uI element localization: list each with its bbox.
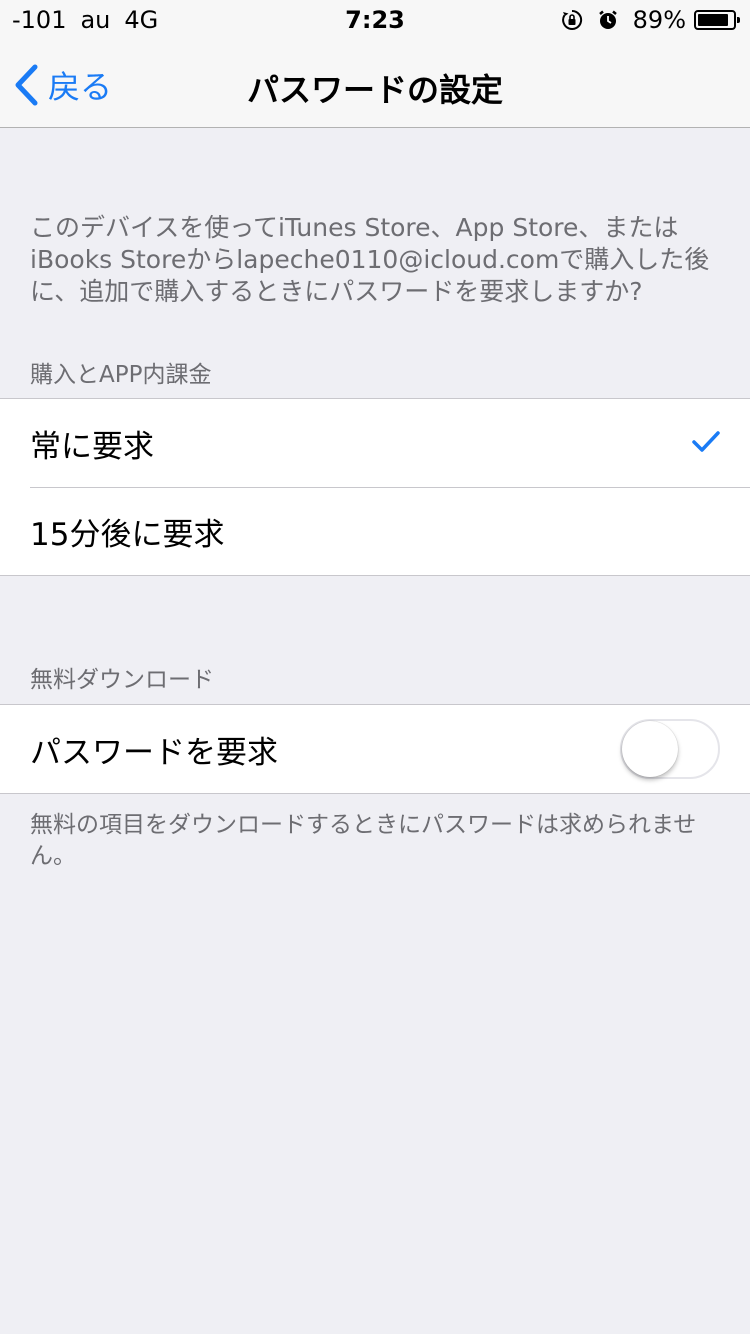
option-require-after-15min[interactable]: 15分後に要求: [0, 487, 750, 575]
navigation-bar: 戻る パスワードの設定: [0, 40, 750, 128]
section-header-free-downloads: 無料ダウンロード: [30, 667, 214, 693]
option-always-require[interactable]: 常に要求: [0, 399, 750, 487]
free-downloads-group: パスワードを要求: [0, 704, 750, 794]
battery-fill: [698, 14, 729, 26]
section-header-purchases: 購入とAPP内課金: [30, 362, 212, 388]
option-label: 15分後に要求: [30, 516, 225, 553]
page-title: パスワードの設定: [246, 71, 503, 109]
description-text: このデバイスを使ってiTunes Store、App Store、またはiBoo…: [30, 213, 710, 306]
battery-percent: 89%: [632, 6, 686, 34]
require-password-label: パスワードを要求: [30, 734, 278, 771]
status-bar: -101 au 4G 7:23 89%: [0, 0, 750, 40]
battery-icon: [694, 10, 740, 30]
alarm-icon: [598, 10, 617, 29]
purchase-options-group: 常に要求 15分後に要求: [0, 398, 750, 576]
free-downloads-footer: 無料の項目をダウンロードするときにパスワードは求められません。: [30, 812, 697, 869]
status-right: 89%: [561, 6, 740, 34]
require-password-row: パスワードを要求: [0, 705, 750, 793]
orientation-lock-icon: [561, 9, 582, 30]
require-password-toggle[interactable]: [620, 719, 720, 779]
toggle-knob: [622, 721, 678, 777]
checkmark-icon: [692, 431, 720, 452]
option-label: 常に要求: [30, 428, 154, 465]
battery-tip: [737, 17, 740, 23]
